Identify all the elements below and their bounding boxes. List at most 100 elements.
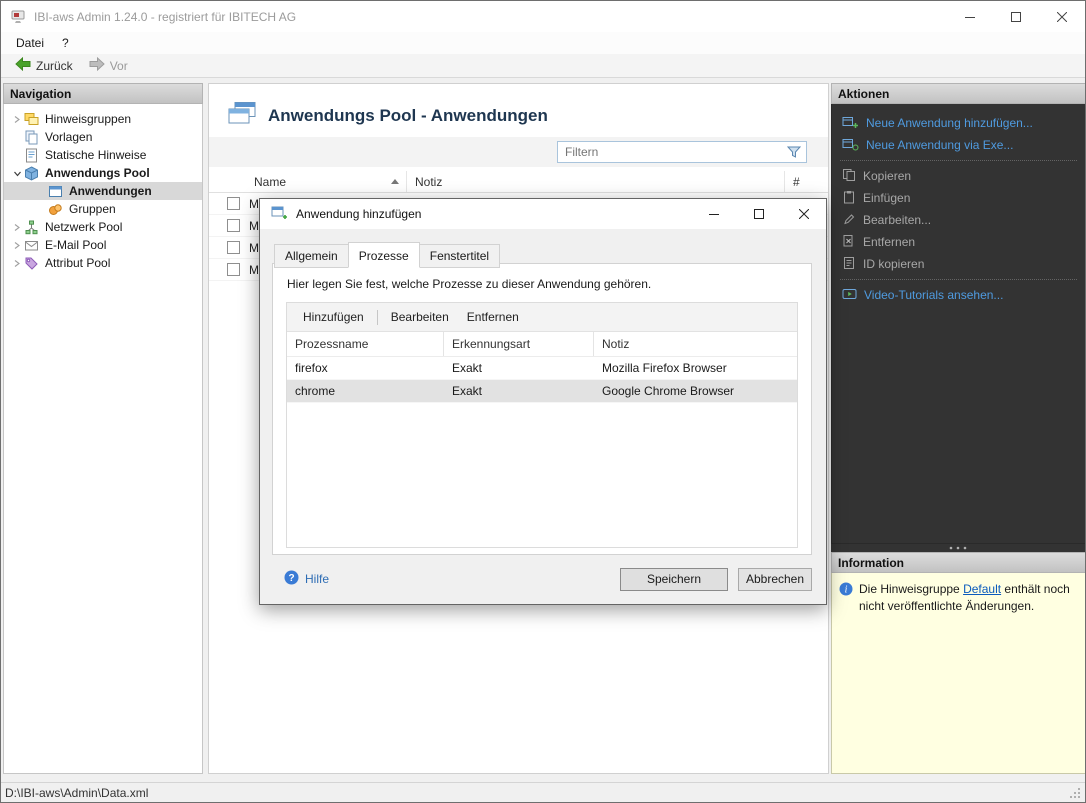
nav-item-label: Anwendungen (69, 184, 152, 198)
edit-icon (842, 212, 856, 229)
filter-icon[interactable] (782, 145, 806, 159)
row-checkbox[interactable] (227, 197, 240, 210)
splitter-grip-icon (949, 546, 969, 550)
default-group-link[interactable]: Default (963, 582, 1001, 596)
notice-groups-icon (24, 112, 41, 127)
help-link[interactable]: ? Hilfe (284, 570, 329, 588)
action-label: Kopieren (863, 169, 911, 183)
nav-item-attribut-pool[interactable]: Attribut Pool (4, 254, 202, 272)
column-header-notiz[interactable]: Notiz (594, 332, 797, 356)
information-text: Die Hinweisgruppe Default enthält noch n… (859, 581, 1078, 616)
row-checkbox[interactable] (227, 219, 240, 232)
nav-item-anwendungen[interactable]: Anwendungen (4, 182, 202, 200)
nav-item-statische-hinweise[interactable]: Statische Hinweise (4, 146, 202, 164)
dialog-maximize-button[interactable] (736, 199, 781, 229)
nav-item-label: Statische Hinweise (45, 148, 146, 162)
resize-grip[interactable] (1069, 787, 1081, 799)
tab-fenstertitel[interactable]: Fenstertitel (419, 244, 500, 268)
attribute-pool-icon (24, 256, 41, 271)
action-label: Entfernen (863, 235, 915, 249)
svg-text:i: i (845, 585, 848, 596)
nav-item-label: Attribut Pool (45, 256, 110, 270)
dialog-footer: ? Hilfe Speichern Abbrechen (260, 554, 826, 604)
process-add-button[interactable]: Hinzufügen (295, 307, 372, 327)
video-tutorials-icon (842, 287, 857, 304)
svg-text:?: ? (288, 573, 294, 584)
action-einfuegen: Einfügen (832, 187, 1085, 209)
process-edit-button[interactable]: Bearbeiten (383, 307, 457, 327)
nav-item-anwendungs-pool[interactable]: Anwendungs Pool (4, 164, 202, 182)
title-bar: IBI-aws Admin 1.24.0 - registriert für I… (1, 1, 1085, 32)
note-cell: Google Chrome Browser (594, 380, 797, 402)
action-new-application[interactable]: Neue Anwendung hinzufügen... (832, 112, 1085, 134)
save-button[interactable]: Speichern (620, 568, 728, 591)
column-header-notiz[interactable]: Notiz (407, 171, 785, 192)
filter-box (557, 141, 807, 163)
maximize-button[interactable] (993, 1, 1039, 32)
panel-splitter[interactable] (831, 544, 1086, 552)
sort-ascending-icon (391, 179, 399, 184)
chevron-right-icon[interactable] (10, 223, 24, 232)
nav-item-hinweisgruppen[interactable]: Hinweisgruppen (4, 110, 202, 128)
action-label: Bearbeiten... (863, 213, 931, 227)
data-file-path: D:\IBI-aws\Admin\Data.xml (5, 786, 148, 800)
email-pool-icon (24, 238, 41, 253)
id-copy-icon (842, 256, 856, 273)
window-controls (947, 1, 1085, 32)
action-new-application-via-exe[interactable]: Neue Anwendung via Exe... (832, 134, 1085, 156)
process-remove-button[interactable]: Entfernen (459, 307, 527, 327)
nav-item-vorlagen[interactable]: Vorlagen (4, 128, 202, 146)
dialog-minimize-button[interactable] (691, 199, 736, 229)
navigation-panel: Navigation Hinweisgruppen Vorlagen Stati… (3, 83, 203, 774)
actions-header: Aktionen (831, 83, 1086, 104)
page-title: Anwendungs Pool - Anwendungen (268, 106, 548, 126)
row-checkbox[interactable] (227, 263, 240, 276)
dialog-controls (691, 199, 826, 229)
info-icon: i (839, 582, 853, 596)
nav-item-gruppen[interactable]: Gruppen (4, 200, 202, 218)
templates-icon (24, 130, 41, 145)
minimize-button[interactable] (947, 1, 993, 32)
chevron-down-icon[interactable] (10, 169, 24, 178)
action-video-tutorials[interactable]: Video-Tutorials ansehen... (832, 284, 1085, 306)
row-checkbox[interactable] (227, 241, 240, 254)
back-arrow-icon (15, 57, 31, 74)
dialog-close-button[interactable] (781, 199, 826, 229)
menu-help[interactable]: ? (53, 34, 78, 52)
chevron-right-icon[interactable] (10, 259, 24, 268)
chevron-right-icon[interactable] (10, 241, 24, 250)
filter-input[interactable] (558, 145, 782, 159)
actions-separator (840, 279, 1077, 280)
back-label: Zurück (36, 59, 73, 73)
column-header-name[interactable]: Name (209, 171, 407, 192)
toolbar: Zurück Vor (1, 54, 1085, 78)
nav-item-label: Netzwerk Pool (45, 220, 122, 234)
navigation-header: Navigation (3, 83, 203, 104)
delete-icon (842, 234, 856, 251)
process-row-firefox[interactable]: firefox Exakt Mozilla Firefox Browser (287, 357, 797, 380)
column-header-prozessname[interactable]: Prozessname (287, 332, 444, 356)
nav-item-email-pool[interactable]: E-Mail Pool (4, 236, 202, 254)
status-bar: D:\IBI-aws\Admin\Data.xml (1, 782, 1085, 802)
process-row-chrome[interactable]: chrome Exakt Google Chrome Browser (287, 380, 797, 403)
actions-panel: Neue Anwendung hinzufügen... Neue Anwend… (831, 104, 1086, 544)
close-button[interactable] (1039, 1, 1085, 32)
applications-table-header: Name Notiz # (209, 171, 828, 193)
tab-prozesse[interactable]: Prozesse (348, 242, 420, 268)
detection-cell: Exakt (444, 357, 594, 379)
nav-item-netzwerk-pool[interactable]: Netzwerk Pool (4, 218, 202, 236)
right-column: Aktionen Neue Anwendung hinzufügen... Ne… (831, 83, 1086, 774)
process-name-cell: chrome (287, 380, 444, 402)
chevron-right-icon[interactable] (10, 115, 24, 124)
new-application-icon (842, 115, 859, 132)
back-button[interactable]: Zurück (9, 55, 79, 76)
cancel-button[interactable]: Abbrechen (738, 568, 812, 591)
column-header-erkennungsart[interactable]: Erkennungsart (444, 332, 594, 356)
menu-datei[interactable]: Datei (7, 34, 53, 52)
dialog-anwendung-hinzufuegen: Anwendung hinzufügen Allgemein Prozesse … (259, 198, 827, 605)
tab-allgemein[interactable]: Allgemein (274, 244, 349, 268)
note-cell: Mozilla Firefox Browser (594, 357, 797, 379)
static-notice-icon (24, 148, 41, 163)
column-header-count[interactable]: # (785, 171, 828, 192)
column-label: Name (254, 175, 286, 189)
